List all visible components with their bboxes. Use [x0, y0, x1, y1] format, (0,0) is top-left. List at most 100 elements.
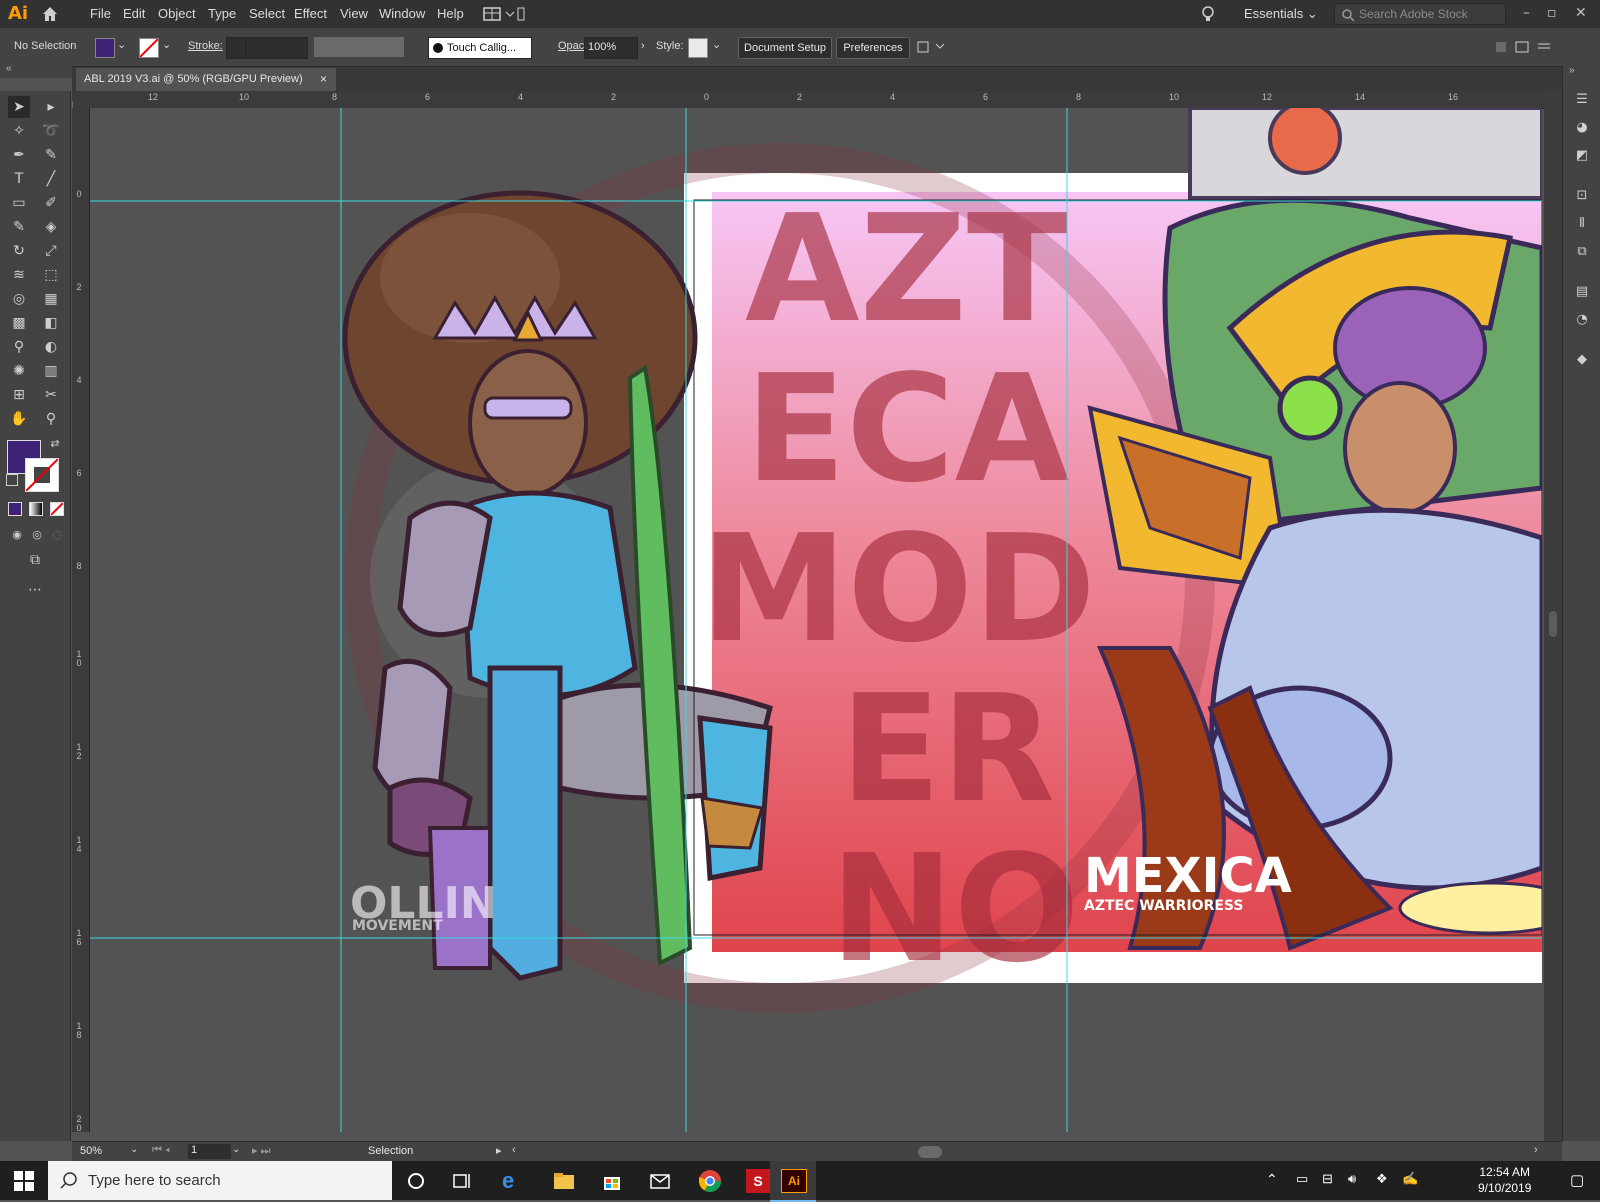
curvature-tool-icon[interactable]: ✎ [40, 144, 62, 166]
artboard-chevron-icon[interactable]: ⌄ [232, 1144, 240, 1155]
document-tab[interactable]: ABL 2019 V3.ai @ 50% (RGB/GPU Preview) × [76, 68, 336, 91]
stroke-weight-field[interactable] [246, 37, 308, 59]
vertical-scrollbar[interactable] [1544, 91, 1562, 1141]
type-tool-icon[interactable]: T [8, 168, 30, 190]
edge-browser-icon[interactable]: e [502, 1169, 526, 1193]
menu-file[interactable]: File [90, 6, 111, 21]
brush-definition-dropdown[interactable]: Touch Callig... [428, 37, 532, 59]
more-tools-icon[interactable]: ⋯ [24, 579, 46, 601]
cortana-icon[interactable] [404, 1169, 428, 1193]
draw-normal-icon[interactable]: ◉ [6, 524, 28, 546]
gradient-mode-icon[interactable] [29, 502, 43, 516]
none-mode-icon[interactable] [50, 502, 64, 516]
color-guide-icon[interactable]: ◩ [1574, 148, 1590, 164]
chevron-down-icon[interactable]: ⌄ [117, 38, 126, 51]
magic-wand-icon[interactable]: ✧ [8, 120, 30, 142]
vertical-ruler[interactable]: 0 2 4 6 8 1 0 1 2 1 4 1 6 1 8 2 0 [72, 108, 90, 1132]
next-artboard-icon[interactable]: ▸ ⏭ [252, 1144, 270, 1158]
close-window-button[interactable]: ✕ [1575, 5, 1587, 21]
menu-edit[interactable]: Edit [123, 6, 145, 21]
show-hidden-icons[interactable]: ⌃ [1266, 1171, 1278, 1188]
free-transform-icon[interactable]: ⬚ [40, 264, 62, 286]
maximize-button[interactable]: ▫ [1547, 5, 1557, 21]
chevron-down-icon[interactable]: ⌄ [162, 38, 171, 51]
stroke-swatch[interactable] [139, 38, 159, 58]
eyedropper-icon[interactable]: ⚲ [8, 336, 30, 358]
hand-tool-icon[interactable]: ✋ [8, 408, 30, 430]
horizontal-scroll-thumb[interactable] [918, 1146, 942, 1158]
workspace-switcher-icon[interactable] [482, 5, 526, 26]
swap-colors-icon[interactable]: ⇄ [44, 433, 66, 455]
menu-object[interactable]: Object [158, 6, 196, 21]
artboard-number[interactable]: 1 [188, 1144, 231, 1159]
pen-icon[interactable]: ✍ [1402, 1171, 1418, 1187]
artwork[interactable]: AZT ECA MOD ER NO OLLIN MOVEMENT MEXICA … [90, 108, 1542, 1132]
draw-inside-icon[interactable]: ◌ [46, 524, 68, 546]
menu-type[interactable]: Type [208, 6, 236, 21]
chevron-down-icon[interactable]: ⌄ [712, 38, 721, 51]
color-panel-icon[interactable]: ◕ [1574, 120, 1590, 136]
battery-icon[interactable]: ▭ [1296, 1171, 1308, 1187]
gradient-panel-icon[interactable]: ▤ [1574, 284, 1590, 300]
variable-width-profile[interactable] [314, 37, 404, 57]
adobe-stock-search-input[interactable]: Search Adobe Stock [1334, 3, 1506, 25]
scrivener-app-icon[interactable]: S [746, 1169, 770, 1193]
selection-tool-icon[interactable]: ➤ [8, 96, 30, 118]
artboard-tool-icon[interactable]: ⊞ [8, 384, 30, 406]
dock-expand-icon[interactable]: » [1569, 65, 1575, 76]
appearance-panel-icon[interactable]: ◔ [1574, 312, 1590, 328]
volume-icon[interactable]: 🔊︎ [1348, 1171, 1356, 1187]
close-tab-icon[interactable]: × [320, 72, 327, 86]
network-icon[interactable]: ⊟ [1322, 1171, 1333, 1187]
pen-tool-icon[interactable]: ✒ [8, 144, 30, 166]
taskbar-search-input[interactable]: Type here to search [48, 1161, 392, 1200]
pathfinder-panel-icon[interactable]: ⧉ [1574, 244, 1590, 260]
layers-panel-icon[interactable]: ◆ [1574, 352, 1590, 368]
toolbar-collapse[interactable]: « [0, 63, 72, 78]
scroll-left-icon[interactable]: ‹ [512, 1144, 516, 1156]
menu-window[interactable]: Window [379, 6, 425, 21]
stroke-stepper[interactable] [226, 37, 246, 59]
graph-tool-icon[interactable]: ▥ [40, 360, 62, 382]
mesh-tool-icon[interactable]: ▩ [8, 312, 30, 334]
blend-tool-icon[interactable]: ◐ [40, 336, 62, 358]
minimize-button[interactable]: – [1523, 5, 1530, 21]
align-panel-icon[interactable]: ⫴ [1574, 216, 1590, 232]
arrange-documents-icon[interactable] [916, 40, 946, 57]
rectangle-tool-icon[interactable]: ▭ [8, 192, 30, 214]
document-setup-button[interactable]: Document Setup [738, 37, 832, 59]
transform-panel-icon[interactable]: ⊡ [1574, 188, 1590, 204]
zoom-tool-icon[interactable]: ⚲ [40, 408, 62, 430]
fill-swatch[interactable] [95, 38, 115, 58]
symbol-sprayer-icon[interactable]: ✺ [8, 360, 30, 382]
perspective-grid-icon[interactable]: ▦ [40, 288, 62, 310]
lasso-icon[interactable]: ➰ [40, 120, 62, 142]
slice-tool-icon[interactable]: ✂ [40, 384, 62, 406]
line-tool-icon[interactable]: ╱ [40, 168, 62, 190]
menu-effect[interactable]: Effect [294, 6, 327, 21]
color-mode-icon[interactable] [8, 502, 22, 516]
canvas[interactable]: AZT ECA MOD ER NO OLLIN MOVEMENT MEXICA … [90, 108, 1542, 1132]
graphic-style-swatch[interactable] [688, 38, 708, 58]
preferences-button[interactable]: Preferences [836, 37, 910, 59]
windows-start-icon[interactable] [14, 1171, 34, 1194]
workspace-dropdown[interactable]: Essentials ⌄ [1244, 6, 1318, 22]
direct-selection-tool-icon[interactable]: ▸ [40, 96, 62, 118]
first-artboard-icon[interactable]: ⏮ ◂ [152, 1144, 170, 1157]
vertical-scroll-thumb[interactable] [1549, 611, 1557, 637]
align-icon[interactable] [1494, 40, 1554, 57]
scale-tool-icon[interactable]: ⤢ [40, 240, 62, 262]
paintbrush-tool-icon[interactable]: ✐ [40, 192, 62, 214]
notification-icon[interactable]: ▢ [1570, 1171, 1584, 1189]
width-tool-icon[interactable]: ≋ [8, 264, 30, 286]
horizontal-ruler[interactable]: 12 10 8 6 4 2 0 2 4 6 8 10 12 14 16 [72, 91, 1544, 109]
menu-help[interactable]: Help [437, 6, 464, 21]
zoom-chevron-icon[interactable]: ⌄ [130, 1144, 138, 1155]
stroke-label[interactable]: Stroke: [188, 40, 223, 52]
mail-icon[interactable] [648, 1169, 672, 1193]
shaper-tool-icon[interactable]: ✎ [8, 216, 30, 238]
properties-panel-icon[interactable]: ☰ [1574, 92, 1590, 108]
stroke-color-box[interactable] [25, 458, 59, 492]
dropbox-icon[interactable]: ❖ [1376, 1171, 1388, 1187]
shape-builder-icon[interactable]: ◎ [8, 288, 30, 310]
